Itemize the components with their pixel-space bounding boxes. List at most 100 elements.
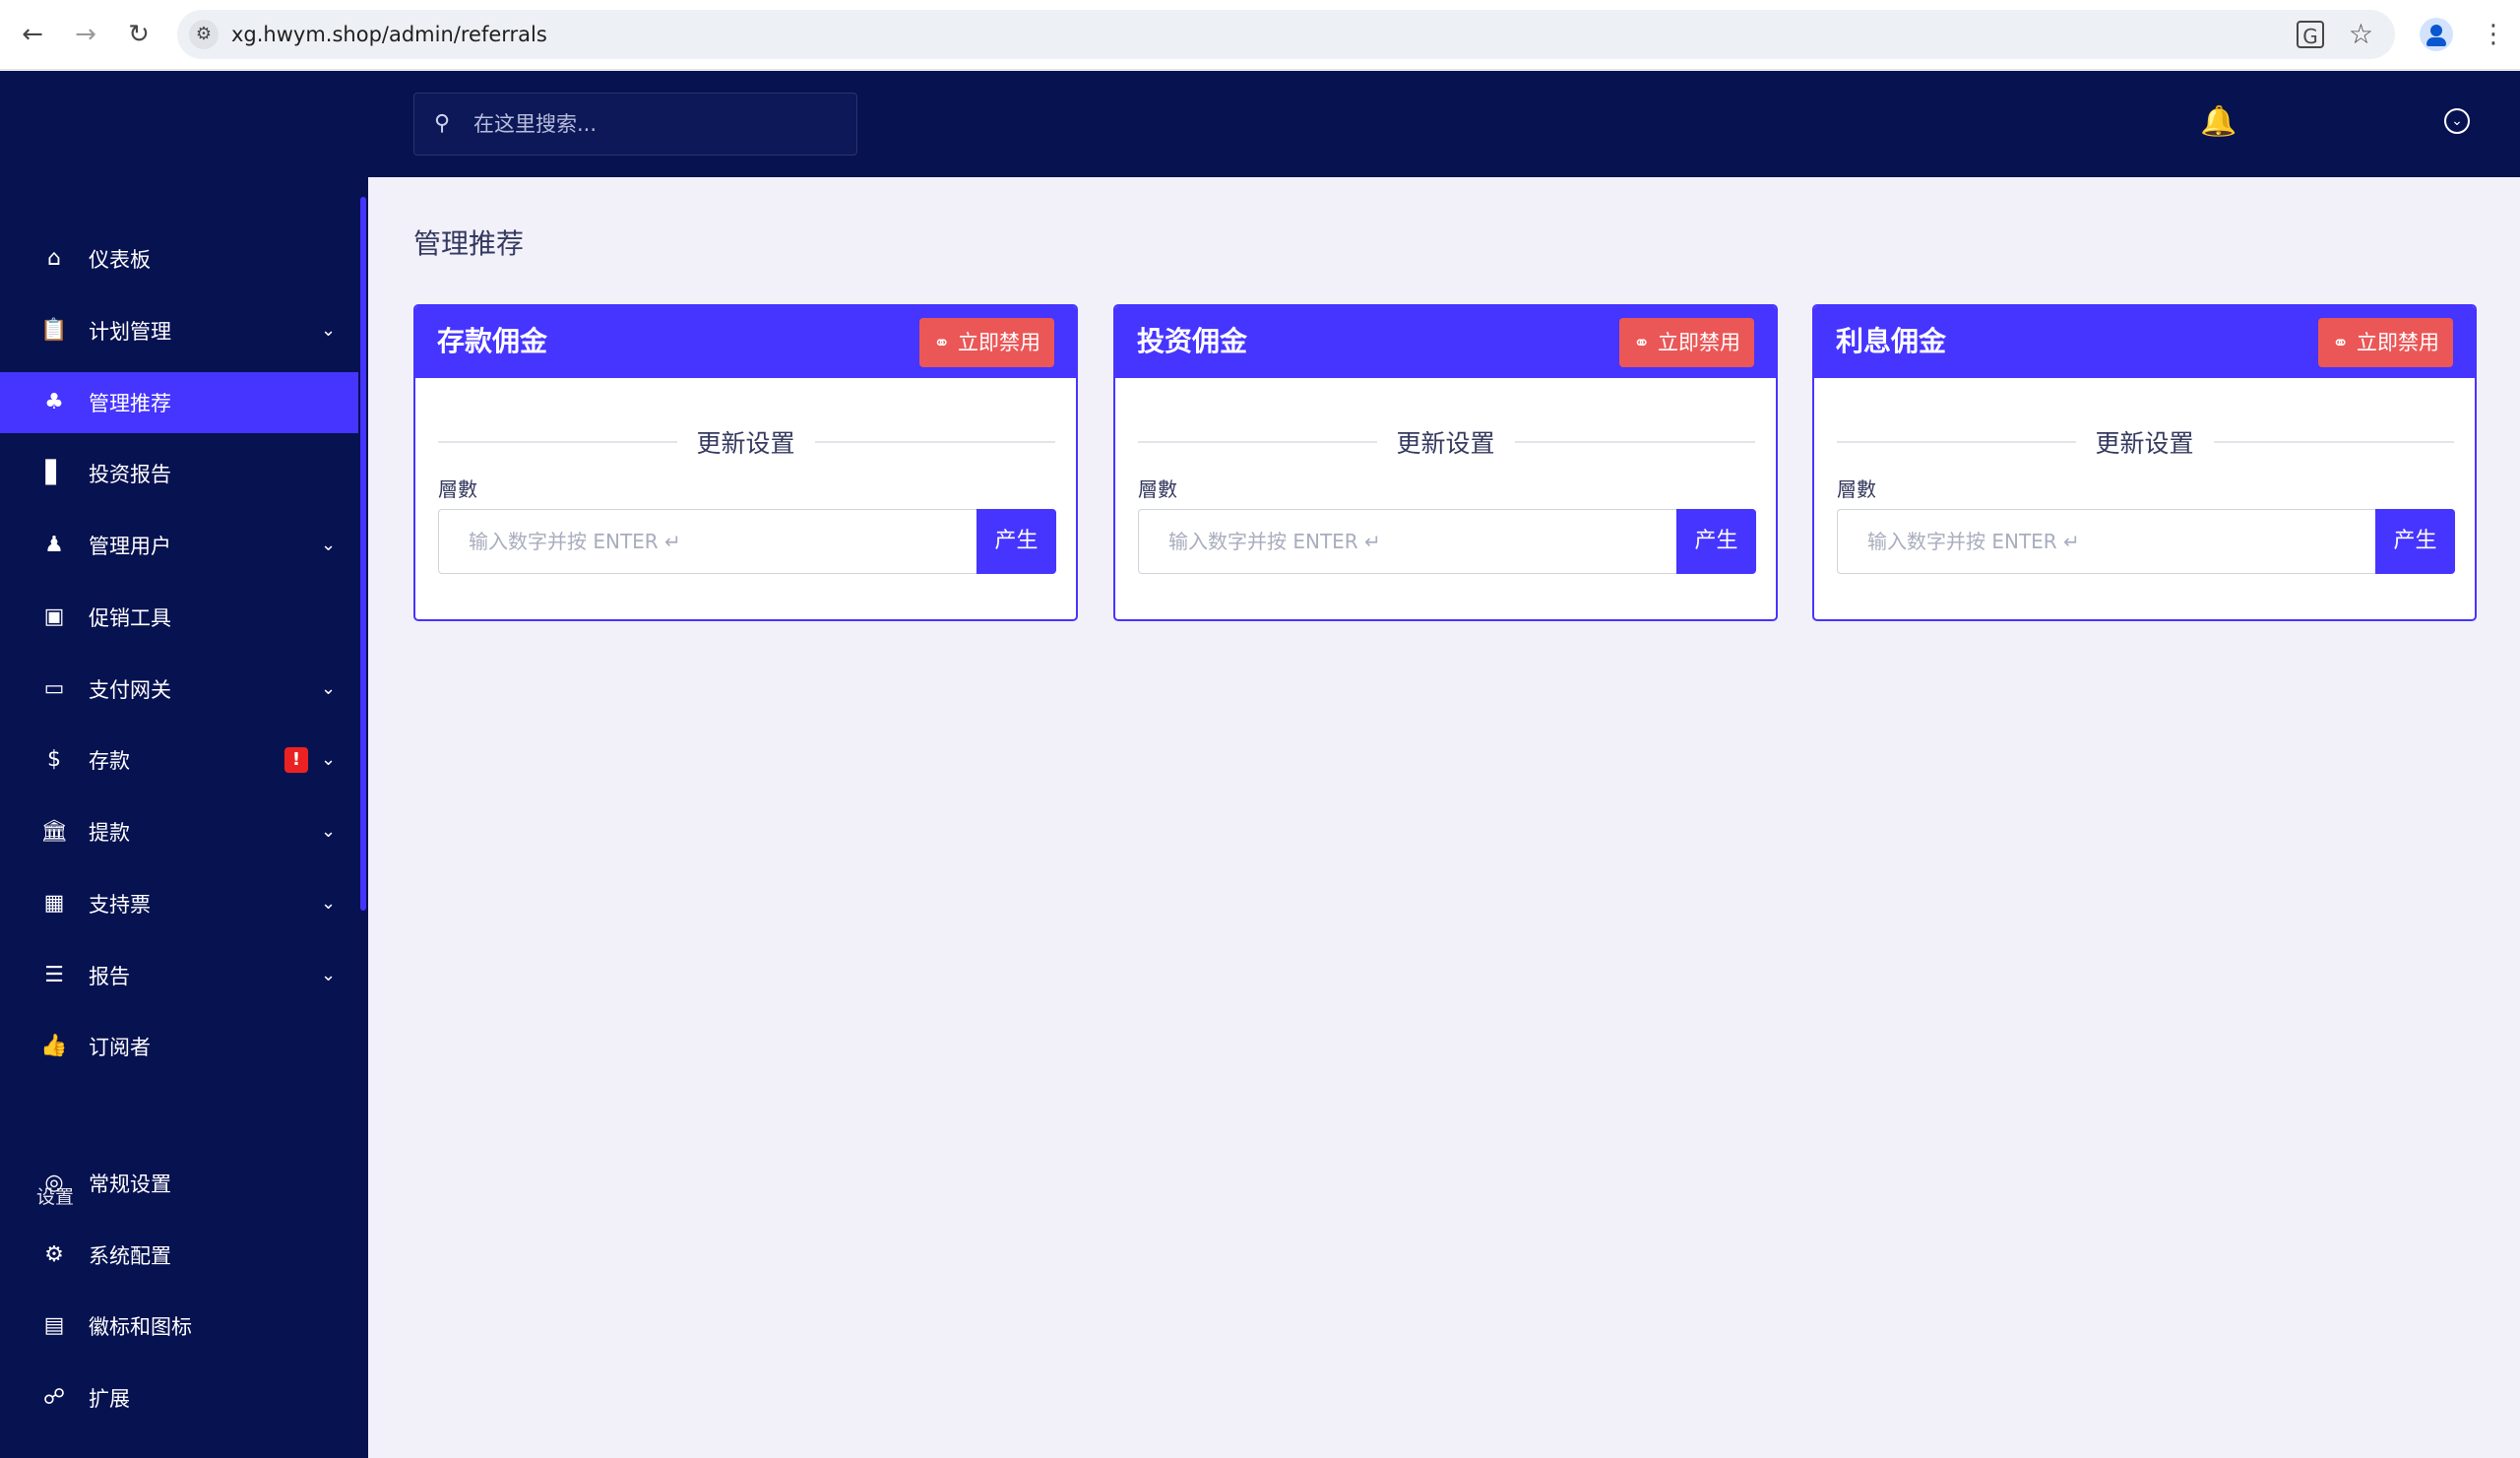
url-text[interactable]: xg.hwym.shop/admin/referrals <box>231 10 547 59</box>
disable-now-label: 立即禁用 <box>2357 331 2439 354</box>
thumbs-up-icon: 👍 <box>40 1034 68 1058</box>
sidebar-item-plans[interactable]: 📋 计划管理 ⌄ <box>0 300 358 361</box>
sidebar-item-withdrawals[interactable]: 🏛 提款 ⌄ <box>0 801 358 862</box>
sidebar-item-system-config[interactable]: ⚙ 系统配置 <box>0 1225 358 1286</box>
sidebar-item-label: 系统配置 <box>89 1244 171 1268</box>
generate-button[interactable]: 产生 <box>1676 509 1756 574</box>
link-icon: ⚭ <box>933 331 950 354</box>
sidebar-item-deposits[interactable]: $ 存款 ! ⌄ <box>0 729 358 791</box>
home-icon: ⌂ <box>47 246 61 271</box>
profile-avatar-icon[interactable] <box>2420 18 2453 51</box>
disable-now-button[interactable]: ⚭ 立即禁用 <box>2318 318 2453 367</box>
levels-label: 層數 <box>1837 477 1876 501</box>
card-header: 投资佣金 ⚭ 立即禁用 <box>1115 306 1776 378</box>
levels-input-wrapper <box>1837 509 2376 574</box>
disable-now-button[interactable]: ⚭ 立即禁用 <box>919 318 1054 367</box>
sidebar-item-label: 支付网关 <box>89 678 171 702</box>
sidebar-item-label: 扩展 <box>89 1387 130 1411</box>
clipboard-icon: 📋 <box>40 318 68 343</box>
lifebuoy-icon: ◎ <box>44 1171 64 1195</box>
chevron-down-icon: ⌄ <box>321 821 337 842</box>
sidebar-item-dashboard[interactable]: ⌂ 仪表板 <box>0 228 358 289</box>
sidebar-item-label: 报告 <box>89 965 130 988</box>
sidebar-item-gateways[interactable]: ▭ 支付网关 ⌄ <box>0 659 358 720</box>
gear-icon: ⚙ <box>44 1242 64 1267</box>
forward-arrow-icon[interactable]: → <box>71 20 100 49</box>
sidebar-item-label: 徽标和图标 <box>89 1315 192 1339</box>
sidebar-item-label: 支持票 <box>89 893 151 917</box>
users-icon: ♟ <box>44 533 64 557</box>
card-title: 投资佣金 <box>1137 325 1248 357</box>
card-title: 利息佣金 <box>1836 325 1947 357</box>
disable-now-button[interactable]: ⚭ 立即禁用 <box>1619 318 1754 367</box>
levels-label: 層數 <box>438 477 477 501</box>
sidebar-item-label: 管理用户 <box>89 535 171 558</box>
back-arrow-icon[interactable]: ← <box>18 20 47 49</box>
update-settings-label: 更新设置 <box>1376 424 1515 460</box>
bookmark-star-icon[interactable]: ☆ <box>2349 18 2373 51</box>
update-settings-label: 更新设置 <box>676 424 815 460</box>
search-icon: ⚲ <box>434 111 451 136</box>
page-title: 管理推荐 <box>413 227 525 260</box>
translate-icon[interactable]: G <box>2297 21 2324 48</box>
commission-card-deposit: 存款佣金 ⚭ 立即禁用 更新设置 層數 产生 <box>413 304 1078 621</box>
extension-icon: ☍ <box>42 1385 66 1410</box>
sidebar-item-promotion[interactable]: ▣ 促销工具 <box>0 587 358 648</box>
sidebar-item-extensions[interactable]: ☍ 扩展 <box>0 1367 358 1428</box>
sidebar: ⌂ 仪表板 📋 计划管理 ⌄ ♣ 管理推荐 ▋ 投资报告 ♟ 管理用户 ⌄ ▣ … <box>0 71 368 1458</box>
bar-chart-icon: ▋ <box>45 461 63 485</box>
link-icon: ⚭ <box>1633 331 1650 354</box>
sidebar-item-subscribers[interactable]: 👍 订阅者 <box>0 1016 358 1077</box>
chevron-down-icon: ⌄ <box>321 535 337 555</box>
browser-menu-icon[interactable]: ⋮ <box>2481 18 2506 51</box>
sidebar-item-investment-report[interactable]: ▋ 投资报告 <box>0 443 358 504</box>
ticket-icon: ▦ <box>43 891 65 916</box>
deposit-icon: $ <box>47 747 61 772</box>
bell-icon[interactable]: 🔔 <box>2199 100 2238 144</box>
generate-button[interactable]: 产生 <box>976 509 1056 574</box>
images-icon: ▤ <box>43 1313 65 1338</box>
sidebar-item-label: 订阅者 <box>89 1036 151 1059</box>
sidebar-item-label: 仪表板 <box>89 248 151 272</box>
sidebar-item-label: 存款 <box>89 749 130 773</box>
commission-card-interest: 利息佣金 ⚭ 立即禁用 更新设置 層數 产生 <box>1812 304 2477 621</box>
sidebar-item-label: 常规设置 <box>89 1173 171 1196</box>
levels-input[interactable] <box>439 510 977 573</box>
topbar: ⚲ 🔔 ⌄ <box>368 71 2520 177</box>
levels-label: 層數 <box>1138 477 1177 501</box>
sidebar-item-label: 投资报告 <box>89 463 171 486</box>
referral-icon: ♣ <box>44 390 64 414</box>
card-title: 存款佣金 <box>437 325 548 357</box>
search-input[interactable] <box>473 94 838 155</box>
sidebar-item-reports[interactable]: ☰ 报告 ⌄ <box>0 945 358 1006</box>
chevron-down-icon: ⌄ <box>321 678 337 699</box>
levels-input-wrapper <box>1138 509 1677 574</box>
levels-input-wrapper <box>438 509 977 574</box>
address-bar[interactable]: ⚙ xg.hwym.shop/admin/referrals G ☆ <box>177 10 2395 59</box>
sidebar-item-tickets[interactable]: ▦ 支持票 ⌄ <box>0 873 358 934</box>
image-icon: ▣ <box>43 604 65 629</box>
sidebar-item-logo-favicon[interactable]: ▤ 徽标和图标 <box>0 1296 358 1357</box>
levels-input[interactable] <box>1838 510 2376 573</box>
sidebar-item-users[interactable]: ♟ 管理用户 ⌄ <box>0 515 358 576</box>
generate-button[interactable]: 产生 <box>2375 509 2455 574</box>
sidebar-item-label: 促销工具 <box>89 606 171 630</box>
chevron-down-icon: ⌄ <box>321 320 337 341</box>
reload-icon[interactable]: ↻ <box>124 20 154 49</box>
sidebar-item-label: 提款 <box>89 821 130 845</box>
link-icon: ⚭ <box>2332 331 2349 354</box>
sidebar-item-referrals[interactable]: ♣ 管理推荐 <box>0 372 358 433</box>
user-dropdown-icon[interactable]: ⌄ <box>2444 108 2470 134</box>
sidebar-item-label: 计划管理 <box>89 320 171 344</box>
sidebar-item-label: 管理推荐 <box>89 392 171 415</box>
levels-input[interactable] <box>1139 510 1677 573</box>
list-icon: ☰ <box>44 963 64 987</box>
commission-card-invest: 投资佣金 ⚭ 立即禁用 更新设置 層數 产生 <box>1113 304 1778 621</box>
site-settings-icon[interactable]: ⚙ <box>189 20 219 49</box>
sidebar-scrollbar[interactable] <box>360 197 366 911</box>
chevron-down-icon: ⌄ <box>321 965 337 985</box>
browser-toolbar: ← → ↻ ⚙ xg.hwym.shop/admin/referrals G ☆… <box>0 0 2520 70</box>
sidebar-item-general-settings[interactable]: ◎ 常规设置 <box>0 1153 358 1214</box>
bank-icon: 🏛 <box>40 819 68 844</box>
search-box[interactable]: ⚲ <box>413 93 857 156</box>
